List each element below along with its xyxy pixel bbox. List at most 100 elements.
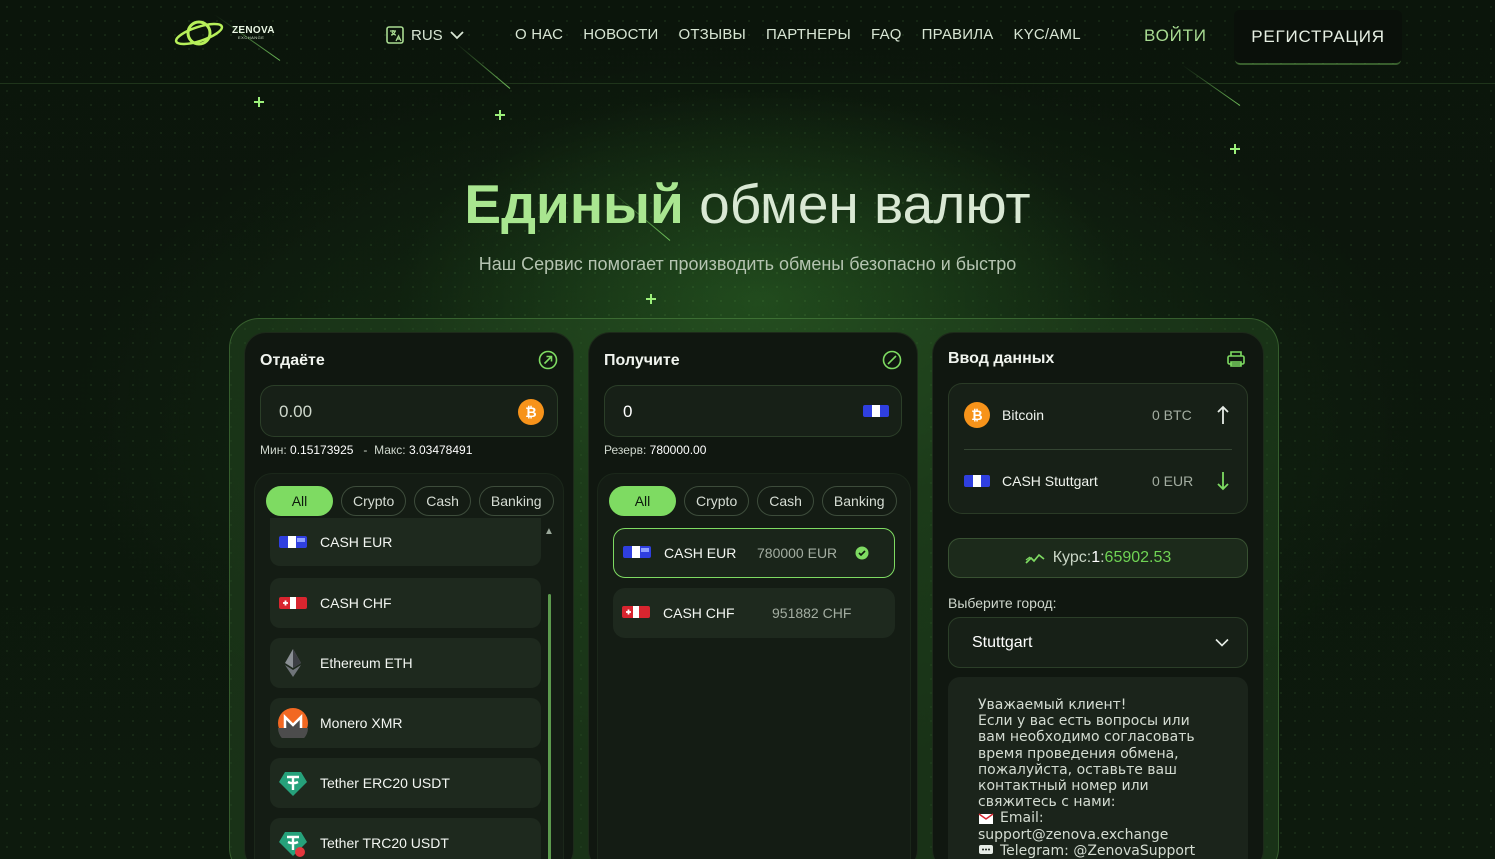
info-line: контактный номер или	[978, 778, 1149, 795]
data-entry-panel: Ввод данных ₿ Bitcoin 0 BTC CASH Stuttga…	[932, 332, 1264, 859]
reserve-info: Резерв: 780000.00	[604, 443, 706, 457]
nav-faq[interactable]: FAQ	[871, 26, 902, 43]
from-asset-amount: 0 BTC	[1152, 407, 1192, 423]
info-line: Если у вас есть вопросы или	[978, 713, 1190, 730]
svg-text:₿: ₿	[525, 405, 536, 421]
eur-cash-icon	[964, 475, 990, 487]
item-reserve: 780000 EUR	[757, 545, 838, 561]
nav-news[interactable]: НОВОСТИ	[583, 26, 658, 43]
filter-all[interactable]: All	[266, 486, 333, 516]
arrow-up-right-icon	[538, 350, 558, 370]
tether-trc-icon	[278, 828, 308, 858]
arrow-up-icon	[1217, 405, 1229, 424]
min-label: Мин:	[260, 443, 287, 457]
item-label: CASH CHF	[663, 605, 735, 621]
chevron-down-icon	[450, 31, 464, 40]
bitcoin-icon: ₿	[964, 402, 990, 428]
give-currency-list: All Crypto Cash Banking ▲ CASH EUR CASH …	[254, 473, 564, 859]
email-label: Email:	[1000, 810, 1044, 827]
nav-reviews[interactable]: ОТЗЫВЫ	[679, 26, 746, 43]
give-amount-input[interactable]: 0.00 ₿	[260, 385, 558, 437]
nav-partners[interactable]: ПАРТНЕРЫ	[766, 26, 851, 43]
logo[interactable]: ZENOVA EXCHANGE	[174, 16, 275, 50]
hero-title-rest: обмен валют	[683, 173, 1031, 235]
item-label: Ethereum ETH	[320, 655, 413, 671]
telegram-contact[interactable]: Telegram: @ZenovaSupport	[1000, 843, 1195, 859]
from-asset-row: ₿ Bitcoin 0 BTC	[964, 400, 1234, 430]
filter-all[interactable]: All	[609, 486, 676, 516]
main-nav: О НАС НОВОСТИ ОТЗЫВЫ ПАРТНЕРЫ FAQ ПРАВИЛ…	[515, 26, 1081, 43]
item-reserve: 951882 CHF	[772, 605, 852, 621]
register-button[interactable]: РЕГИСТРАЦИЯ	[1234, 10, 1402, 63]
planet-logo-icon	[174, 20, 224, 46]
list-item[interactable]: Ethereum ETH	[270, 638, 541, 688]
ethereum-icon	[278, 648, 308, 678]
nav-about[interactable]: О НАС	[515, 26, 563, 43]
reserve-value: 780000.00	[649, 443, 707, 457]
rate-value: 65902.53	[1104, 549, 1172, 566]
info-line: пожалуйста, оставьте ваш	[978, 761, 1177, 778]
filter-crypto[interactable]: Crypto	[684, 486, 750, 516]
list-item-selected[interactable]: CASH EUR 780000 EUR	[613, 528, 895, 578]
to-asset-amount: 0 EUR	[1152, 473, 1194, 489]
receive-amount-value: 0	[623, 402, 633, 421]
city-select[interactable]: Stuttgart	[948, 617, 1248, 668]
info-line: время проведения обмена,	[978, 745, 1179, 762]
monero-icon	[278, 708, 308, 738]
city-label: Выберите город:	[948, 595, 1057, 611]
scroll-up-arrow[interactable]: ▲	[544, 526, 554, 537]
filter-cash[interactable]: Cash	[757, 486, 814, 516]
sparkle-icon	[646, 294, 656, 304]
data-entry-title: Ввод данных	[948, 350, 1055, 367]
to-asset-row: CASH Stuttgart 0 EUR	[964, 466, 1234, 496]
city-value: Stuttgart	[972, 633, 1033, 651]
list-item[interactable]: CASH CHF	[270, 578, 541, 628]
list-item[interactable]: Monero XMR	[270, 698, 541, 748]
item-label: Monero XMR	[320, 715, 403, 731]
rate-one: 1	[1091, 549, 1101, 566]
hero-subtitle: Наш Сервис помогает производить обмены б…	[478, 254, 1017, 274]
receive-currency-list: All Crypto Cash Banking CASH EUR 780000 …	[597, 473, 911, 859]
hero-title-bold: Единый	[464, 173, 684, 235]
give-filter-chips: All Crypto Cash Banking	[266, 486, 554, 516]
check-circle-icon	[882, 350, 902, 370]
give-title: Отдаёте	[260, 352, 325, 369]
email-address[interactable]: support@zenova.exchange	[978, 827, 1228, 843]
nav-kyc-aml[interactable]: KYC/AML	[1013, 26, 1080, 43]
to-asset-name: CASH Stuttgart	[1002, 473, 1098, 489]
filter-cash[interactable]: Cash	[414, 486, 471, 516]
filter-crypto[interactable]: Crypto	[341, 486, 407, 516]
chart-trend-icon	[1025, 553, 1045, 564]
language-selector[interactable]: RUS	[386, 26, 464, 44]
exchange-summary-card: ₿ Bitcoin 0 BTC CASH Stuttgart 0 EUR	[948, 383, 1248, 514]
max-value: 3.03478491	[408, 443, 473, 457]
item-label: Tether ERC20 USDT	[320, 775, 450, 791]
sparkle-icon	[254, 97, 264, 107]
receive-panel: Получите 0 Резерв: 780000.00 All Crypto …	[588, 332, 918, 859]
login-button[interactable]: ВОЙТИ	[1144, 26, 1207, 46]
selected-check-icon	[855, 546, 869, 560]
give-panel: Отдаёте 0.00 ₿ Мин: 0.15173925 - Макс: 3…	[244, 332, 574, 859]
eur-cash-icon	[278, 527, 308, 557]
contact-info-message: Уважаемый клиент! Если у вас есть вопрос…	[948, 677, 1248, 859]
filter-banking[interactable]: Banking	[821, 486, 897, 516]
list-item[interactable]: Tether ERC20 USDT	[270, 758, 541, 808]
filter-banking[interactable]: Banking	[478, 486, 554, 516]
receive-amount-input[interactable]: 0	[604, 385, 902, 437]
translate-icon	[386, 26, 404, 44]
divider	[964, 449, 1232, 450]
info-line: Уважаемый клиент!	[978, 697, 1127, 713]
sparkle-icon	[495, 110, 505, 120]
rate-label: Курс:	[1052, 549, 1092, 566]
list-item[interactable]: Tether TRC20 USDT	[270, 818, 541, 859]
max-label: Макс:	[374, 443, 406, 457]
scrollbar[interactable]	[548, 594, 551, 859]
list-item[interactable]: CASH EUR	[270, 518, 541, 566]
speech-bubble-icon	[979, 845, 993, 855]
chevron-down-icon	[1215, 638, 1229, 647]
sparkle-icon	[1230, 144, 1240, 154]
envelope-icon	[978, 812, 994, 824]
list-item[interactable]: CASH CHF 951882 CHF	[613, 588, 895, 638]
nav-rules[interactable]: ПРАВИЛА	[922, 26, 994, 43]
receive-filter-chips: All Crypto Cash Banking	[609, 486, 897, 516]
